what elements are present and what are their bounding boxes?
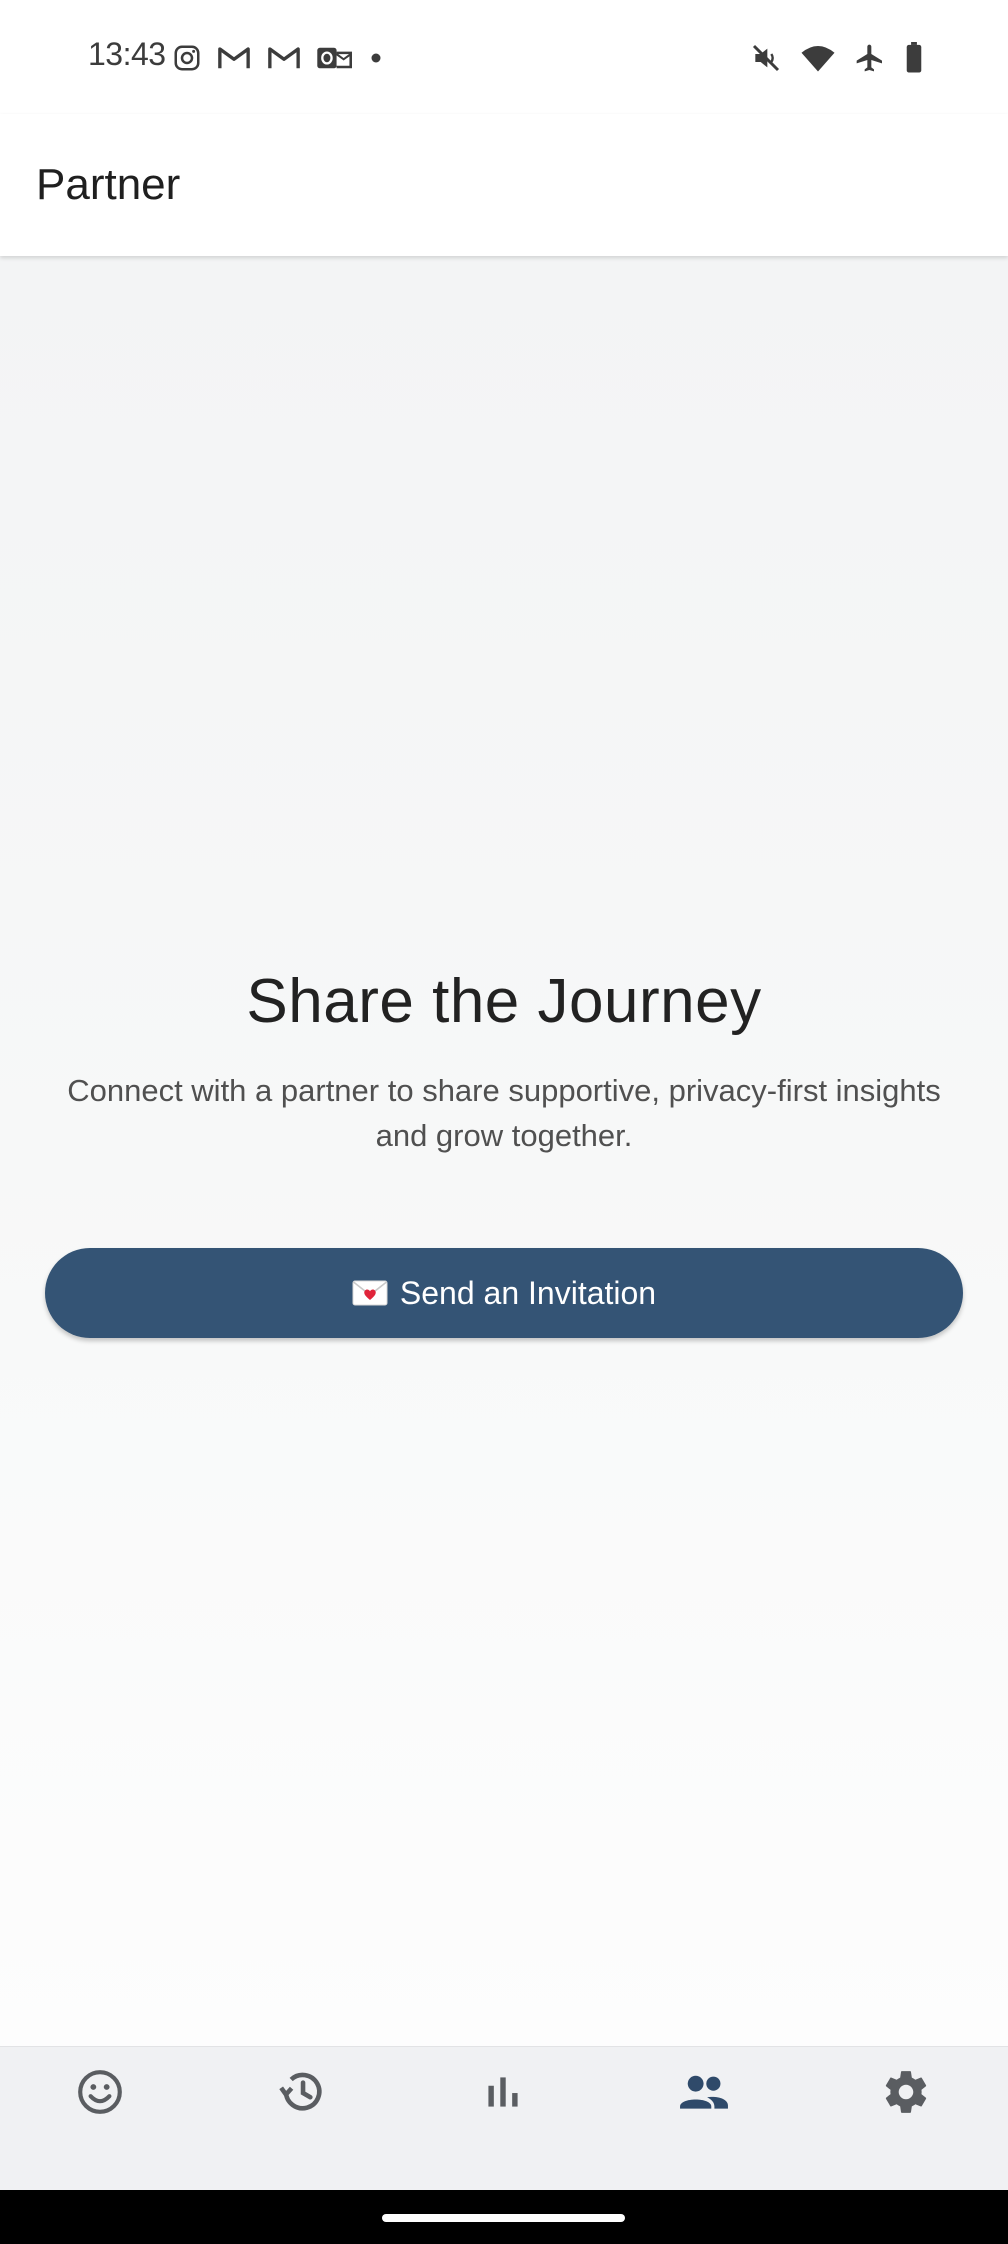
bottom-navigation	[0, 2046, 1008, 2191]
nav-item-settings[interactable]	[806, 2047, 1006, 2191]
battery-icon	[904, 42, 924, 74]
nav-item-insights[interactable]	[403, 2047, 603, 2191]
gmail-icon	[266, 43, 302, 73]
status-time: 13:43	[88, 36, 166, 72]
dot-icon	[366, 43, 386, 73]
people-icon	[676, 2067, 732, 2117]
page-title: Partner	[36, 160, 181, 209]
outlook-icon	[316, 43, 352, 73]
airplane-icon	[854, 42, 886, 74]
mute-icon	[750, 42, 782, 74]
status-bar: 13:43	[0, 0, 1008, 114]
love-letter-icon	[352, 1279, 388, 1307]
hero-subtitle: Connect with a partner to share supporti…	[67, 1073, 941, 1153]
app-bar: Partner	[0, 114, 1008, 256]
gear-icon	[881, 2067, 931, 2117]
system-icons	[750, 38, 924, 78]
hero-title: Share the Journey	[246, 967, 762, 1036]
main-content: Share the Journey Connect with a partner…	[0, 256, 1008, 2046]
bar-chart-icon	[478, 2067, 528, 2117]
notification-icons	[172, 38, 386, 78]
nav-item-mood[interactable]	[0, 2047, 200, 2191]
wifi-icon	[800, 42, 836, 74]
nav-item-history[interactable]	[202, 2047, 402, 2191]
nav-item-partner[interactable]	[604, 2047, 804, 2191]
instagram-icon	[172, 43, 202, 73]
smiley-icon	[75, 2067, 125, 2117]
gmail-icon	[216, 43, 252, 73]
home-indicator[interactable]	[382, 2214, 625, 2222]
gesture-bar	[0, 2190, 1008, 2244]
send-invitation-label: Send an Invitation	[399, 1274, 657, 1311]
history-icon	[277, 2067, 327, 2117]
screen: 13:43 Partner Share the Journey Connect …	[0, 0, 1008, 2244]
send-invitation-button[interactable]: Send an Invitation	[45, 1248, 963, 1338]
